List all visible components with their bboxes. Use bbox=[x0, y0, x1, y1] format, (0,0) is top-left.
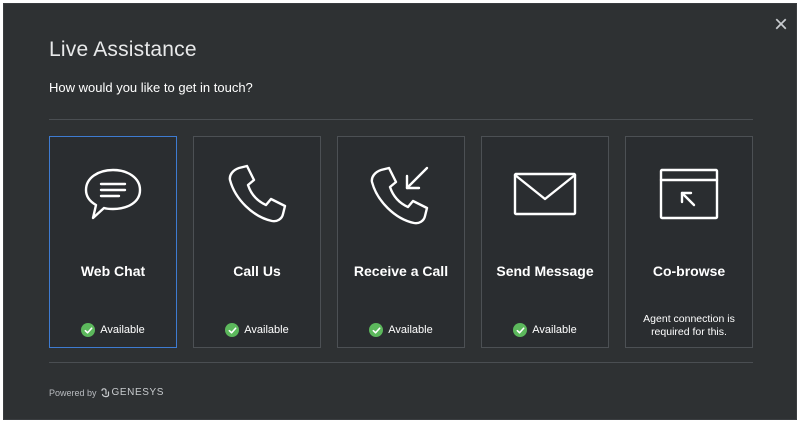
check-circle-icon bbox=[513, 323, 528, 337]
status-available: Available bbox=[194, 323, 320, 337]
status-text: Available bbox=[100, 324, 145, 336]
close-icon[interactable]: × bbox=[770, 13, 792, 37]
check-circle-icon bbox=[225, 323, 240, 337]
option-web-chat[interactable]: Web Chat Available bbox=[49, 136, 177, 348]
status-available: Available bbox=[338, 323, 464, 337]
option-call-us[interactable]: Call Us Available bbox=[193, 136, 321, 348]
option-send-message[interactable]: Send Message Available bbox=[481, 136, 609, 348]
check-circle-icon bbox=[81, 323, 96, 337]
envelope-icon bbox=[482, 159, 608, 229]
status-text: Available bbox=[244, 324, 289, 336]
phone-icon bbox=[194, 159, 320, 229]
footer: Powered by GENESYS bbox=[49, 387, 164, 398]
option-label: Receive a Call bbox=[353, 263, 449, 279]
option-label: Call Us bbox=[233, 263, 281, 279]
status-text: Available bbox=[388, 324, 433, 336]
incoming-call-icon bbox=[338, 159, 464, 229]
genesys-logo-icon bbox=[100, 387, 110, 398]
divider-bottom bbox=[49, 362, 753, 363]
divider-top bbox=[49, 119, 753, 120]
dialog-title: Live Assistance bbox=[49, 38, 197, 61]
cobrowse-window-icon bbox=[626, 159, 752, 229]
chat-bubble-icon bbox=[50, 159, 176, 229]
check-circle-icon bbox=[369, 323, 384, 337]
powered-by-text: Powered by bbox=[49, 387, 97, 398]
status-text: Available bbox=[532, 324, 577, 336]
contact-options: Web Chat Available Call Us Available Rec… bbox=[49, 136, 753, 348]
status-available: Available bbox=[482, 323, 608, 337]
option-label: Web Chat bbox=[80, 263, 146, 279]
live-assistance-dialog: × Live Assistance How would you like to … bbox=[3, 3, 797, 420]
brand-name: GENESYS bbox=[111, 387, 165, 398]
status-available: Available bbox=[50, 323, 176, 337]
option-label: Co-browse bbox=[652, 263, 726, 279]
option-note: Agent connection is required for this. bbox=[643, 313, 735, 338]
option-receive-a-call[interactable]: Receive a Call Available bbox=[337, 136, 465, 348]
dialog-subtitle: How would you like to get in touch? bbox=[49, 80, 253, 95]
option-label: Send Message bbox=[496, 263, 594, 279]
option-co-browse[interactable]: Co-browse Agent connection is required f… bbox=[625, 136, 753, 348]
